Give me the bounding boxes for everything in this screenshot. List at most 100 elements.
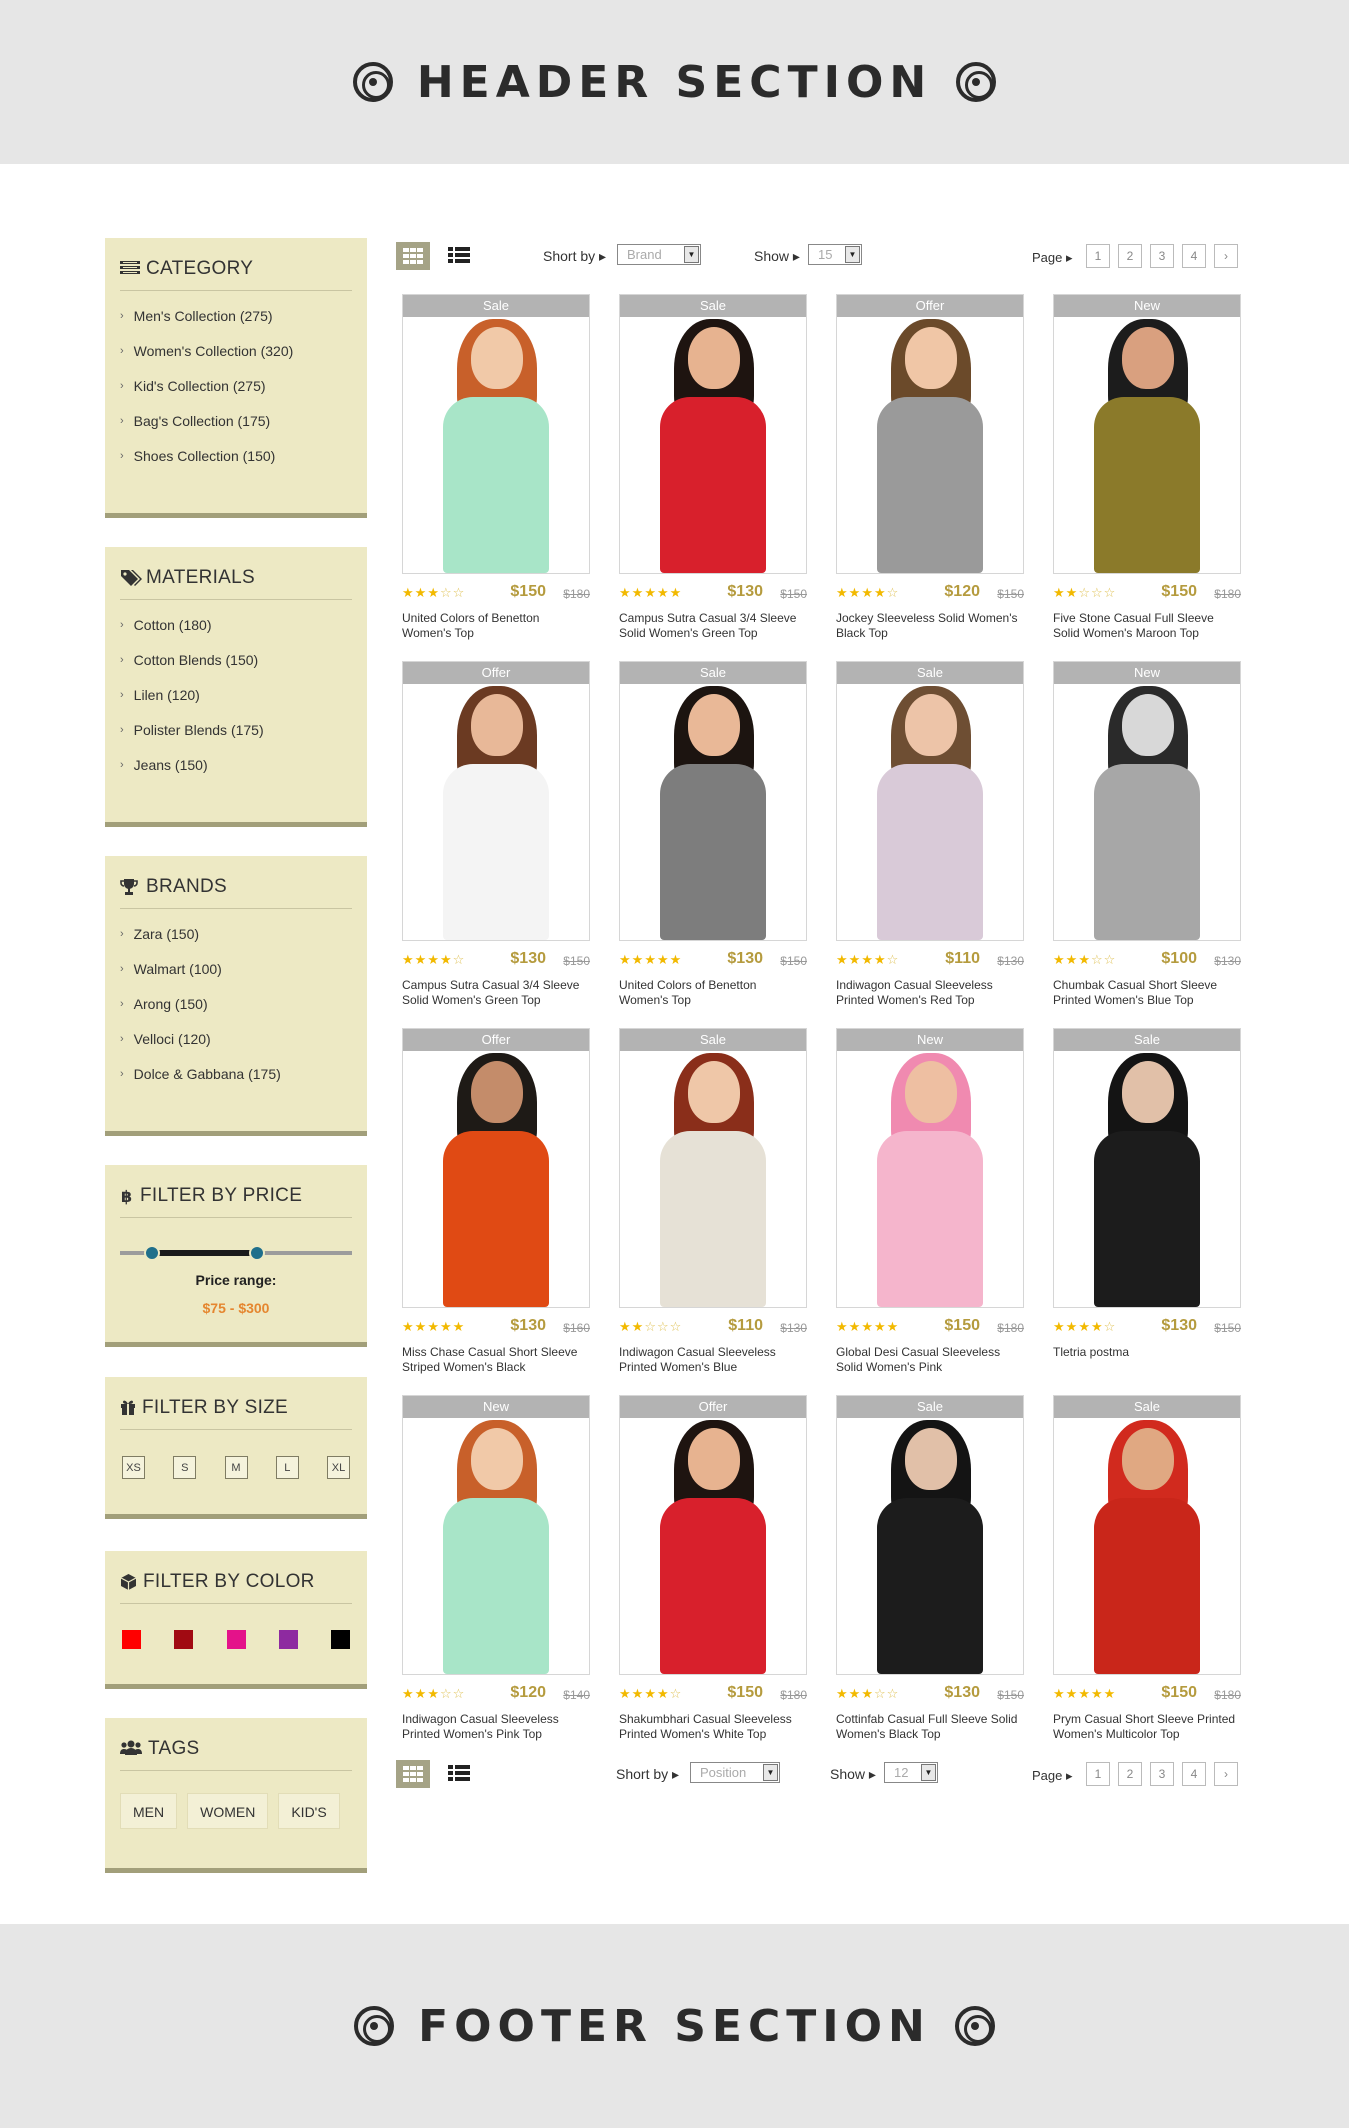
sort-select[interactable]: Position ▼ [690,1762,780,1783]
product-image[interactable]: Offer [619,1395,807,1675]
show-select[interactable]: 12 ▼ [884,1762,938,1783]
product-card[interactable]: New ★★★☆☆ $100 $130 Chumbak Casual Short Sle… [1053,661,1241,1021]
product-card[interactable]: Offer ★★★★★ $130 $160 Miss Chase Casual Shor… [402,1028,590,1388]
color-swatch[interactable] [278,1630,298,1649]
product-name[interactable]: Prym Casual Short Sleeve Printed Women's… [1053,1712,1241,1742]
product-name[interactable]: Indiwagon Casual Sleeveless Printed Wome… [402,1712,590,1742]
product-name[interactable]: Shakumbhari Casual Sleeveless Printed Wo… [619,1712,807,1742]
brands-item[interactable]: › Arong (150) [120,995,352,1030]
product-name[interactable]: United Colors of Benetton Women's Top [619,978,807,1008]
size-option[interactable]: S [173,1456,197,1479]
product-name[interactable]: Global Desi Casual Sleeveless Solid Wome… [836,1345,1024,1375]
sort-select[interactable]: Brand ▼ [617,244,701,265]
page-button[interactable]: › [1214,1762,1238,1786]
product-image[interactable]: New [1053,294,1241,574]
tag-item[interactable]: KID'S [278,1793,340,1829]
product-card[interactable]: Sale ★★★☆☆ $150 $180 United Colors of Benett… [402,294,590,654]
page-button[interactable]: 1 [1086,244,1110,268]
product-name[interactable]: United Colors of Benetton Women's Top [402,611,590,641]
product-card[interactable]: New ★★☆☆☆ $150 $180 Five Stone Casual Full S… [1053,294,1241,654]
color-swatch[interactable] [122,1630,141,1649]
product-image[interactable]: Sale [619,661,807,941]
color-swatch[interactable] [331,1630,350,1649]
product-name[interactable]: Miss Chase Casual Short Sleeve Striped W… [402,1345,590,1375]
category-item[interactable]: › Shoes Collection (150) [120,447,352,482]
size-option[interactable]: XL [327,1456,350,1479]
price-range-slider[interactable] [120,1244,352,1261]
product-image[interactable]: Sale [1053,1395,1241,1675]
product-card[interactable]: Offer ★★★★☆ $130 $150 Campus Sutra Casual 3/… [402,661,590,1021]
product-name[interactable]: Cottinfab Casual Full Sleeve Solid Women… [836,1712,1024,1742]
product-name[interactable]: Tletria postma [1053,1345,1241,1360]
product-image[interactable]: Sale [836,661,1024,941]
page-button[interactable]: 3 [1150,1762,1174,1786]
slider-handle-min[interactable] [144,1245,161,1261]
product-image[interactable]: Offer [836,294,1024,574]
product-image[interactable]: Offer [402,661,590,941]
product-name[interactable]: Indiwagon Casual Sleeveless Printed Wome… [619,1345,807,1375]
brands-item[interactable]: › Walmart (100) [120,960,352,995]
product-card[interactable]: Offer ★★★★☆ $150 $180 Shakumbhari Casual Sle… [619,1395,807,1755]
materials-item[interactable]: › Lilen (120) [120,686,352,721]
product-name[interactable]: Campus Sutra Casual 3/4 Sleeve Solid Wom… [619,611,807,641]
slider-handle-max[interactable] [248,1245,265,1261]
category-item[interactable]: › Kid's Collection (275) [120,377,352,412]
category-item[interactable]: › Bag's Collection (175) [120,412,352,447]
product-image[interactable]: Sale [1053,1028,1241,1308]
page-button[interactable]: 4 [1182,244,1206,268]
materials-item[interactable]: › Polister Blends (175) [120,721,352,756]
tag-item[interactable]: WOMEN [187,1793,269,1829]
product-card[interactable]: Offer ★★★★☆ $120 $150 Jockey Sleeveless Soli… [836,294,1024,654]
product-name[interactable]: Campus Sutra Casual 3/4 Sleeve Solid Wom… [402,978,590,1008]
product-card[interactable]: Sale ★★★★☆ $130 $150 Tletria postma [1053,1028,1241,1388]
size-option[interactable]: L [275,1456,299,1479]
materials-item[interactable]: › Cotton (180) [120,616,352,651]
product-card[interactable]: Sale ★★★☆☆ $130 $150 Cottinfab Casual Full S… [836,1395,1024,1755]
product-image[interactable]: Offer [402,1028,590,1308]
product-image[interactable]: Sale [619,294,807,574]
product-card[interactable]: Sale ★★★★★ $130 $150 Campus Sutra Casual 3/4… [619,294,807,654]
page-button[interactable]: 3 [1150,244,1174,268]
category-item[interactable]: › Men's Collection (275) [120,307,352,342]
color-swatch[interactable] [174,1630,194,1649]
product-name[interactable]: Five Stone Casual Full Sleeve Solid Wome… [1053,611,1241,641]
page-button[interactable]: 1 [1086,1762,1110,1786]
product-name[interactable]: Chumbak Casual Short Sleeve Printed Wome… [1053,978,1241,1008]
product-card[interactable]: New ★★★☆☆ $120 $140 Indiwagon Casual Sleevel… [402,1395,590,1755]
grid-view-button[interactable] [396,1760,430,1788]
star-filled-icon: ★ [631,1686,645,1701]
category-item[interactable]: › Women's Collection (320) [120,342,352,377]
page-button[interactable]: 4 [1182,1762,1206,1786]
materials-item[interactable]: › Cotton Blends (150) [120,651,352,686]
product-image[interactable]: Sale [836,1395,1024,1675]
star-filled-icon: ★ [631,585,645,600]
color-swatch[interactable] [226,1630,246,1649]
tag-item[interactable]: MEN [120,1793,178,1829]
product-card[interactable]: New ★★★★★ $150 $180 Global Desi Casual Sleev… [836,1028,1024,1388]
brands-item[interactable]: › Velloci (120) [120,1030,352,1065]
page-button[interactable]: 2 [1118,244,1142,268]
size-option[interactable]: M [224,1456,248,1479]
list-view-button[interactable] [448,1764,470,1784]
product-image[interactable]: Sale [402,294,590,574]
list-view-button[interactable] [448,246,470,266]
product-card[interactable]: Sale ★★☆☆☆ $110 $130 Indiwagon Casual Sleeve… [619,1028,807,1388]
materials-item[interactable]: › Jeans (150) [120,756,352,791]
product-image[interactable]: New [836,1028,1024,1308]
product-name[interactable]: Jockey Sleeveless Solid Women's Black To… [836,611,1024,641]
page-button[interactable]: 2 [1118,1762,1142,1786]
product-image[interactable]: New [1053,661,1241,941]
size-option[interactable]: XS [122,1456,145,1479]
brands-item[interactable]: › Zara (150) [120,925,352,960]
page-button[interactable]: › [1214,244,1238,268]
product-name[interactable]: Indiwagon Casual Sleeveless Printed Wome… [836,978,1024,1008]
product-image[interactable]: Sale [619,1028,807,1308]
product-image[interactable]: New [402,1395,590,1675]
product-card[interactable]: Sale ★★★★★ $130 $150 United Colors of Benett… [619,661,807,1021]
grid-view-button[interactable] [396,242,430,270]
show-select[interactable]: 15 ▼ [808,244,862,265]
product-card[interactable]: Sale ★★★★★ $150 $180 Prym Casual Short Sleev… [1053,1395,1241,1755]
product-card[interactable]: Sale ★★★★☆ $110 $130 Indiwagon Casual Sleeve… [836,661,1024,1021]
brands-item[interactable]: › Dolce & Gabbana (175) [120,1065,352,1100]
model-figure [431,1416,561,1674]
